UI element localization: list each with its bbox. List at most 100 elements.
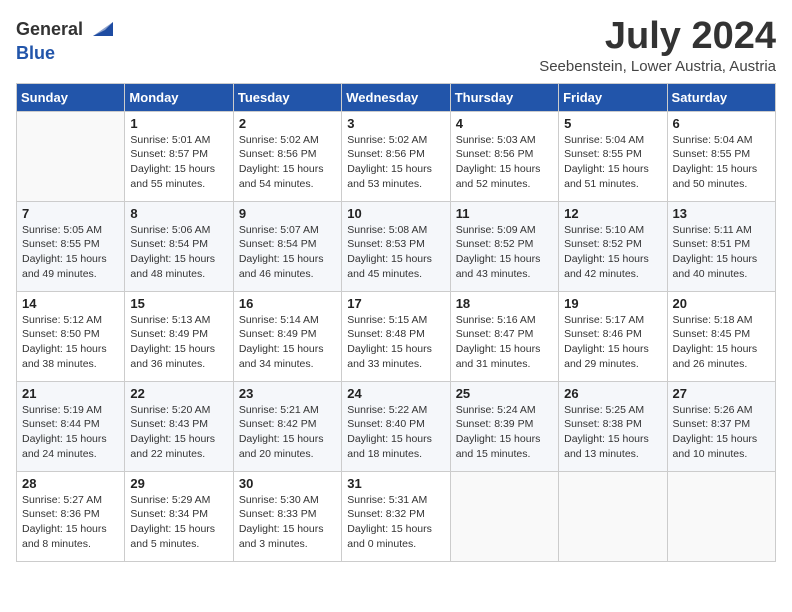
calendar-cell: 2 Sunrise: 5:02 AM Sunset: 8:56 PM Daylig… (233, 111, 341, 201)
day-info: Sunrise: 5:18 AM Sunset: 8:45 PM Dayligh… (673, 313, 770, 372)
calendar-cell: 25 Sunrise: 5:24 AM Sunset: 8:39 PM Dayli… (450, 381, 558, 471)
logo-general-text: General (16, 20, 83, 40)
day-number: 15 (130, 296, 227, 311)
day-info: Sunrise: 5:27 AM Sunset: 8:36 PM Dayligh… (22, 493, 119, 552)
calendar-cell (17, 111, 125, 201)
logo-blue-text: Blue (16, 43, 55, 63)
calendar-cell: 20Sunrise: 5:18 AM Sunset: 8:45 PM Dayli… (667, 291, 775, 381)
weekday-header-sunday: Sunday (17, 83, 125, 111)
day-number: 16 (239, 296, 336, 311)
calendar-cell: 1 Sunrise: 5:01 AM Sunset: 8:57 PM Daylig… (125, 111, 233, 201)
calendar-cell: 30 Sunrise: 5:30 AM Sunset: 8:33 PM Dayli… (233, 471, 341, 561)
calendar-cell: 8 Sunrise: 5:06 AM Sunset: 8:54 PM Daylig… (125, 201, 233, 291)
day-info: Sunrise: 5:21 AM Sunset: 8:42 PM Dayligh… (239, 403, 336, 462)
day-info: Sunrise: 5:09 AM Sunset: 8:52 PM Dayligh… (456, 223, 553, 282)
day-info: Sunrise: 5:12 AM Sunset: 8:50 PM Dayligh… (22, 313, 119, 372)
weekday-header-wednesday: Wednesday (342, 83, 450, 111)
calendar-cell: 13Sunrise: 5:11 AM Sunset: 8:51 PM Dayli… (667, 201, 775, 291)
day-info: Sunrise: 5:26 AM Sunset: 8:37 PM Dayligh… (673, 403, 770, 462)
day-info: Sunrise: 5:25 AM Sunset: 8:38 PM Dayligh… (564, 403, 661, 462)
calendar-table: SundayMondayTuesdayWednesdayThursdayFrid… (16, 83, 776, 562)
day-info: Sunrise: 5:04 AM Sunset: 8:55 PM Dayligh… (673, 133, 770, 192)
day-number: 6 (673, 116, 770, 131)
day-info: Sunrise: 5:22 AM Sunset: 8:40 PM Dayligh… (347, 403, 444, 462)
day-info: Sunrise: 5:04 AM Sunset: 8:55 PM Dayligh… (564, 133, 661, 192)
day-number: 22 (130, 386, 227, 401)
day-number: 10 (347, 206, 444, 221)
weekday-header-friday: Friday (559, 83, 667, 111)
location-text: Seebenstein, Lower Austria, Austria (539, 58, 776, 75)
weekday-header-tuesday: Tuesday (233, 83, 341, 111)
day-info: Sunrise: 5:30 AM Sunset: 8:33 PM Dayligh… (239, 493, 336, 552)
day-number: 11 (456, 206, 553, 221)
logo-icon (85, 16, 113, 44)
day-info: Sunrise: 5:06 AM Sunset: 8:54 PM Dayligh… (130, 223, 227, 282)
day-number: 30 (239, 476, 336, 491)
calendar-cell: 22 Sunrise: 5:20 AM Sunset: 8:43 PM Dayli… (125, 381, 233, 471)
day-info: Sunrise: 5:05 AM Sunset: 8:55 PM Dayligh… (22, 223, 119, 282)
calendar-cell: 14 Sunrise: 5:12 AM Sunset: 8:50 PM Dayli… (17, 291, 125, 381)
day-number: 8 (130, 206, 227, 221)
day-number: 21 (22, 386, 119, 401)
day-info: Sunrise: 5:01 AM Sunset: 8:57 PM Dayligh… (130, 133, 227, 192)
calendar-cell: 18 Sunrise: 5:16 AM Sunset: 8:47 PM Dayli… (450, 291, 558, 381)
day-number: 29 (130, 476, 227, 491)
weekday-header-thursday: Thursday (450, 83, 558, 111)
calendar-cell (559, 471, 667, 561)
calendar-cell: 11 Sunrise: 5:09 AM Sunset: 8:52 PM Dayli… (450, 201, 558, 291)
day-info: Sunrise: 5:10 AM Sunset: 8:52 PM Dayligh… (564, 223, 661, 282)
day-number: 19 (564, 296, 661, 311)
day-number: 24 (347, 386, 444, 401)
calendar-cell: 16 Sunrise: 5:14 AM Sunset: 8:49 PM Dayli… (233, 291, 341, 381)
calendar-cell: 15 Sunrise: 5:13 AM Sunset: 8:49 PM Dayli… (125, 291, 233, 381)
day-info: Sunrise: 5:16 AM Sunset: 8:47 PM Dayligh… (456, 313, 553, 372)
day-number: 18 (456, 296, 553, 311)
day-number: 7 (22, 206, 119, 221)
day-info: Sunrise: 5:02 AM Sunset: 8:56 PM Dayligh… (347, 133, 444, 192)
calendar-cell: 12 Sunrise: 5:10 AM Sunset: 8:52 PM Dayli… (559, 201, 667, 291)
day-number: 3 (347, 116, 444, 131)
calendar-cell: 6 Sunrise: 5:04 AM Sunset: 8:55 PM Daylig… (667, 111, 775, 201)
day-number: 28 (22, 476, 119, 491)
month-year-title: July 2024 (539, 16, 776, 58)
day-info: Sunrise: 5:13 AM Sunset: 8:49 PM Dayligh… (130, 313, 227, 372)
day-info: Sunrise: 5:17 AM Sunset: 8:46 PM Dayligh… (564, 313, 661, 372)
day-info: Sunrise: 5:31 AM Sunset: 8:32 PM Dayligh… (347, 493, 444, 552)
day-info: Sunrise: 5:20 AM Sunset: 8:43 PM Dayligh… (130, 403, 227, 462)
day-number: 17 (347, 296, 444, 311)
calendar-cell: 17Sunrise: 5:15 AM Sunset: 8:48 PM Dayli… (342, 291, 450, 381)
day-number: 9 (239, 206, 336, 221)
day-info: Sunrise: 5:29 AM Sunset: 8:34 PM Dayligh… (130, 493, 227, 552)
calendar-cell: 29 Sunrise: 5:29 AM Sunset: 8:34 PM Dayli… (125, 471, 233, 561)
day-number: 25 (456, 386, 553, 401)
day-number: 26 (564, 386, 661, 401)
day-info: Sunrise: 5:14 AM Sunset: 8:49 PM Dayligh… (239, 313, 336, 372)
day-info: Sunrise: 5:07 AM Sunset: 8:54 PM Dayligh… (239, 223, 336, 282)
title-block: July 2024 Seebenstein, Lower Austria, Au… (539, 16, 776, 75)
day-number: 4 (456, 116, 553, 131)
day-info: Sunrise: 5:24 AM Sunset: 8:39 PM Dayligh… (456, 403, 553, 462)
calendar-cell (667, 471, 775, 561)
calendar-cell: 4 Sunrise: 5:03 AM Sunset: 8:56 PM Daylig… (450, 111, 558, 201)
calendar-cell: 5 Sunrise: 5:04 AM Sunset: 8:55 PM Daylig… (559, 111, 667, 201)
day-info: Sunrise: 5:11 AM Sunset: 8:51 PM Dayligh… (673, 223, 770, 282)
day-number: 5 (564, 116, 661, 131)
day-info: Sunrise: 5:02 AM Sunset: 8:56 PM Dayligh… (239, 133, 336, 192)
day-info: Sunrise: 5:19 AM Sunset: 8:44 PM Dayligh… (22, 403, 119, 462)
weekday-header-monday: Monday (125, 83, 233, 111)
day-number: 12 (564, 206, 661, 221)
day-number: 14 (22, 296, 119, 311)
weekday-header-saturday: Saturday (667, 83, 775, 111)
day-number: 1 (130, 116, 227, 131)
calendar-cell: 26 Sunrise: 5:25 AM Sunset: 8:38 PM Dayli… (559, 381, 667, 471)
calendar-cell: 23 Sunrise: 5:21 AM Sunset: 8:42 PM Dayli… (233, 381, 341, 471)
day-info: Sunrise: 5:03 AM Sunset: 8:56 PM Dayligh… (456, 133, 553, 192)
day-info: Sunrise: 5:08 AM Sunset: 8:53 PM Dayligh… (347, 223, 444, 282)
calendar-cell: 3 Sunrise: 5:02 AM Sunset: 8:56 PM Daylig… (342, 111, 450, 201)
day-number: 23 (239, 386, 336, 401)
calendar-cell: 7 Sunrise: 5:05 AM Sunset: 8:55 PM Daylig… (17, 201, 125, 291)
calendar-cell: 19 Sunrise: 5:17 AM Sunset: 8:46 PM Dayli… (559, 291, 667, 381)
calendar-cell: 24 Sunrise: 5:22 AM Sunset: 8:40 PM Dayli… (342, 381, 450, 471)
day-number: 2 (239, 116, 336, 131)
page-header: General Blue July 2024 Seebenstein, Lowe… (16, 16, 776, 75)
